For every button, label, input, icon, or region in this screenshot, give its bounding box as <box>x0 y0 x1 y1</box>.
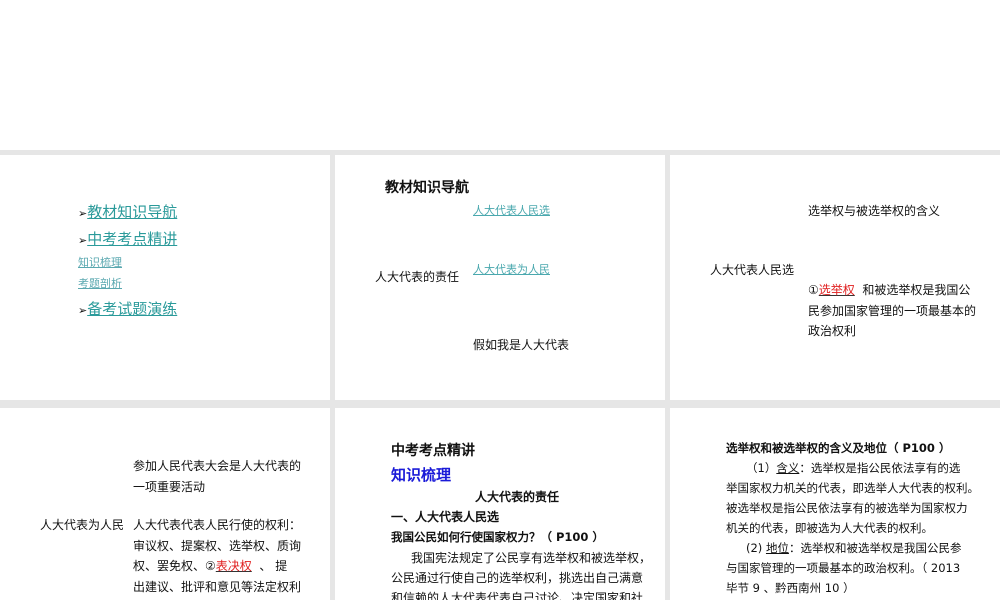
nav-item-textbook[interactable]: ➢教材知识导航 <box>78 202 177 224</box>
heading: 选举权与被选举权的含义 <box>808 204 941 218</box>
text-line: 和信赖的人大代表代表自己讨论、决定国家和社 <box>391 591 644 600</box>
arrow-bullet-icon: ➢ <box>78 304 88 317</box>
arrow-bullet-icon: ➢ <box>78 234 88 247</box>
left-topic: 人大代表人民选 <box>710 263 795 277</box>
nav-item-exam-points[interactable]: ➢中考考点精讲 <box>78 229 177 251</box>
slide-title: 选举权和被选举权的含义及地位（ P100 ） <box>726 441 951 455</box>
text-line: 参加人民代表大会是人大代表的 <box>133 459 302 473</box>
text-line: 举国家权力机关的代表，即选举人大代表的权利。 <box>726 481 979 495</box>
slide-thumbnail-5[interactable]: 中考考点精讲 知识梳理 人大代表的责任 一、人大代表人民选 我国公民如何行使国家… <box>335 408 665 600</box>
text-line: (2) 地位：选举权和被选举权是我国公民参 <box>746 541 962 555</box>
text-line: 机关的代表，即被选为人大代表的权利。 <box>726 521 933 535</box>
slide-thumbnail-1[interactable]: ➢教材知识导航 ➢中考考点精讲 知识梳理 考题剖析 ➢备考试题演练 <box>0 155 330 400</box>
answer-blank: 表决权 <box>215 559 252 573</box>
link-serve[interactable]: 人大代表为人民 <box>473 260 550 280</box>
left-topic: 人大代表为人民 <box>40 518 125 532</box>
center-heading: 人大代表的责任 <box>475 490 560 504</box>
slide-title: 教材知识导航 <box>385 180 469 196</box>
nav-sub-knowledge[interactable]: 知识梳理 <box>78 253 122 273</box>
nav-item-practice[interactable]: ➢备考试题演练 <box>78 299 177 321</box>
text-line: 出建议、批评和意见等法定权利 <box>133 580 302 594</box>
text-line: （1）含义：选举权是指公民依法享有的选 <box>746 461 961 475</box>
answer-blank: 选举权 <box>818 283 855 297</box>
text-line: 权、罢免权、②表决权 、 提 <box>133 559 288 573</box>
slide-thumbnail-2[interactable]: 教材知识导航 人大代表人民选 人大代表的责任 人大代表为人民 假如我是人大代表 <box>335 155 665 400</box>
text-line: 一项重要活动 <box>133 480 206 494</box>
blank-header-area <box>0 0 1000 150</box>
slide-thumbnail-4[interactable]: 参加人民代表大会是人大代表的 一项重要活动 人大代表为人民 人大代表代表人民行使… <box>0 408 330 600</box>
text-line: 人大代表代表人民行使的权利： <box>133 518 302 532</box>
section-subtitle: 知识梳理 <box>391 466 452 484</box>
text-line: 毕节 9 、黔西南州 10 ） <box>726 581 855 595</box>
link-elected[interactable]: 人大代表人民选 <box>473 201 550 221</box>
text-line: 被选举权是指公民依法享有的被选举为国家权力 <box>726 501 968 515</box>
slide-thumbnail-3[interactable]: 选举权与被选举权的含义 人大代表人民选 ①选举权 和被选举权是我国公 民参加国家… <box>670 155 1000 400</box>
center-topic: 人大代表的责任 <box>375 270 460 284</box>
section-heading: 一、人大代表人民选 <box>391 510 500 524</box>
text-line: ①选举权 和被选举权是我国公 <box>808 283 971 297</box>
nav-sub-analysis[interactable]: 考题剖析 <box>78 274 122 294</box>
question: 我国公民如何行使国家权力？（ P100 ） <box>391 530 604 544</box>
item-if-i-were: 假如我是人大代表 <box>473 338 570 352</box>
text-line: 我国宪法规定了公民享有选举权和被选举权， <box>411 551 652 565</box>
slide-title: 中考考点精讲 <box>391 443 475 459</box>
text-line: 政治权利 <box>808 324 857 338</box>
arrow-bullet-icon: ➢ <box>78 207 88 220</box>
slide-thumbnail-6[interactable]: 选举权和被选举权的含义及地位（ P100 ） （1）含义：选举权是指公民依法享有… <box>670 408 1000 600</box>
text-line: 审议权、提案权、选举权、质询 <box>133 539 302 553</box>
text-line: 公民通过行使自己的选举权利，挑选出自己满意 <box>391 571 644 585</box>
text-line: 民参加国家管理的一项最基本的 <box>808 304 977 318</box>
text-line: 与国家管理的一项最基本的政治权利。（ 2013 <box>726 561 961 575</box>
